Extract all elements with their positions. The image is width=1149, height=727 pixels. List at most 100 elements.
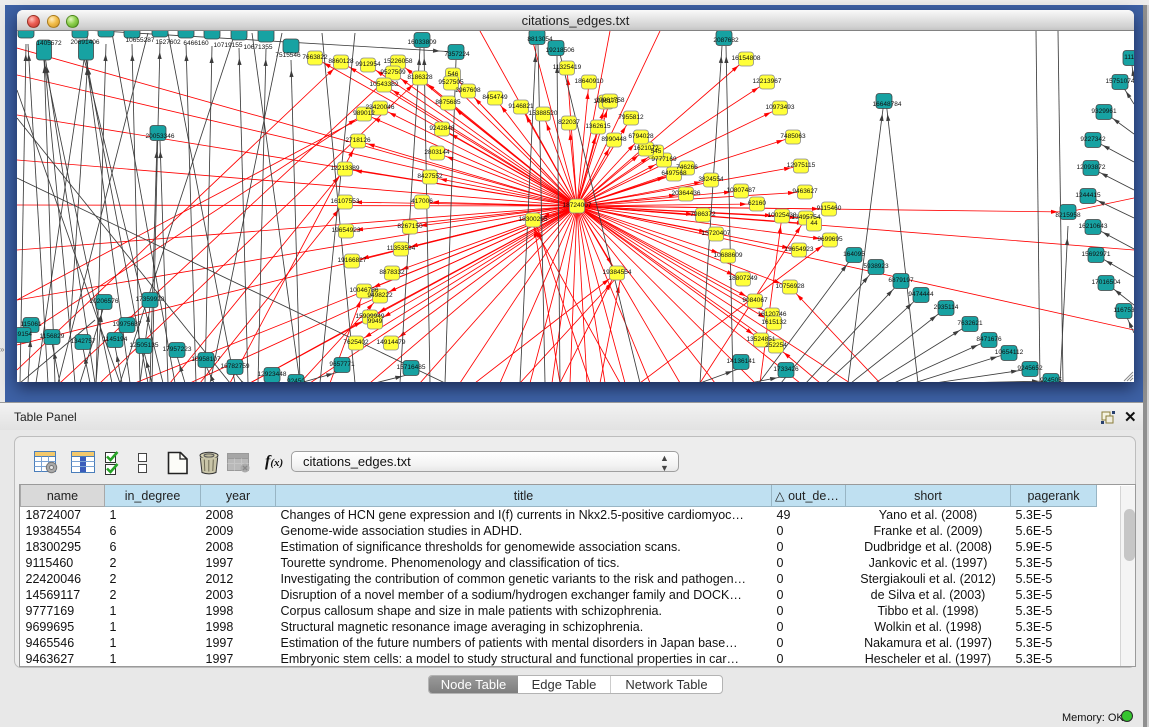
svg-text:11325419: 11325419 (553, 64, 582, 71)
svg-text:115061: 115061 (20, 321, 42, 328)
svg-text:20364436: 20364436 (672, 190, 701, 197)
svg-text:9242848: 9242848 (429, 125, 455, 132)
svg-text:989012: 989012 (353, 110, 375, 117)
svg-text:9084067: 9084067 (742, 297, 768, 304)
svg-text:20053346: 20053346 (146, 133, 175, 140)
svg-text:16210643: 16210643 (1079, 223, 1108, 230)
svg-text:20206576: 20206576 (90, 298, 119, 305)
svg-text:8990448: 8990448 (601, 136, 627, 143)
svg-text:12975115: 12975115 (787, 162, 816, 169)
svg-text:92450: 92450 (287, 378, 305, 382)
svg-text:9912954: 9912954 (355, 61, 381, 68)
svg-text:6497568: 6497568 (661, 170, 687, 177)
svg-text:7955812: 7955812 (618, 114, 644, 121)
svg-text:39154: 39154 (17, 331, 32, 338)
svg-text:116753: 116753 (1113, 307, 1134, 314)
svg-text:8471676: 8471676 (976, 336, 1002, 343)
svg-text:12213967: 12213967 (753, 78, 782, 85)
svg-text:1621072: 1621072 (633, 145, 659, 152)
svg-text:14914479: 14914479 (377, 339, 406, 346)
svg-text:822037: 822037 (558, 119, 580, 126)
svg-text:19654923: 19654923 (332, 227, 361, 234)
svg-text:9657771: 9657771 (329, 361, 355, 368)
svg-text:12093872: 12093872 (1077, 164, 1106, 171)
svg-text:8813054: 8813054 (527, 36, 553, 43)
svg-text:15751074: 15751074 (1106, 78, 1134, 85)
svg-text:15226058: 15226058 (384, 58, 413, 65)
svg-text:9474444: 9474444 (908, 291, 934, 298)
svg-text:11353594: 11353594 (387, 245, 416, 252)
svg-text:19654923: 19654923 (785, 246, 814, 253)
svg-text:252254: 252254 (765, 342, 787, 349)
svg-text:16120746: 16120746 (758, 311, 787, 318)
svg-text:19384554: 19384554 (603, 269, 632, 276)
svg-text:12505135: 12505135 (130, 342, 159, 349)
svg-text:14136141: 14136141 (727, 358, 756, 365)
svg-text:16648784: 16648784 (873, 101, 902, 108)
svg-text:9227342: 9227342 (1080, 136, 1106, 143)
svg-text:12213389: 12213389 (331, 165, 360, 172)
svg-text:10671355: 10671355 (244, 44, 273, 51)
svg-text:417006: 417006 (411, 198, 433, 205)
svg-text:8878332: 8878332 (379, 269, 405, 276)
svg-text:19975687: 19975687 (113, 321, 142, 328)
svg-text:10807487: 10807487 (727, 187, 756, 194)
svg-text:7663822: 7663822 (302, 54, 328, 61)
svg-text:18807249: 18807249 (729, 275, 758, 282)
svg-text:7986372: 7986372 (690, 211, 716, 218)
svg-text:17957223: 17957223 (163, 346, 192, 353)
svg-text:16107553: 16107553 (331, 198, 360, 205)
svg-text:15388520: 15388520 (529, 110, 558, 117)
svg-text:164095: 164095 (843, 251, 865, 258)
svg-text:6879197: 6879197 (888, 277, 914, 284)
svg-text:16782759: 16782759 (221, 363, 250, 370)
svg-text:2803144: 2803144 (424, 149, 450, 156)
svg-text:15720407: 15720407 (702, 230, 731, 237)
svg-text:8860128: 8860128 (328, 58, 354, 65)
svg-text:9527505: 9527505 (438, 79, 464, 86)
svg-text:17359928: 17359928 (136, 296, 165, 303)
svg-text:9245652: 9245652 (1017, 365, 1043, 372)
svg-text:9527509: 9527509 (380, 69, 406, 76)
svg-text:5938923: 5938923 (863, 263, 889, 270)
svg-text:18640910: 18640910 (575, 78, 604, 85)
svg-text:12923448: 12923448 (258, 371, 287, 378)
svg-text:10655287: 10655287 (126, 37, 155, 44)
svg-text:6466160: 6466160 (183, 40, 209, 47)
svg-text:3824554: 3824554 (698, 176, 724, 183)
svg-text:62160: 62160 (748, 200, 766, 207)
svg-text:2967608: 2967608 (455, 87, 481, 94)
svg-text:9498222: 9498222 (367, 292, 393, 299)
svg-text:1405572: 1405572 (36, 40, 62, 47)
svg-text:10756928: 10756928 (776, 283, 805, 290)
svg-text:15692971: 15692971 (1082, 251, 1111, 258)
svg-text:7632621: 7632621 (957, 320, 983, 327)
svg-text:9146821: 9146821 (508, 103, 534, 110)
svg-text:2935114: 2935114 (934, 304, 959, 311)
svg-text:2718126: 2718126 (345, 137, 371, 144)
svg-text:10543382: 10543382 (370, 81, 399, 88)
svg-text:10025438: 10025438 (768, 212, 797, 219)
svg-text:9463627: 9463627 (792, 188, 818, 195)
svg-text:924505: 924505 (1040, 377, 1062, 382)
svg-text:16154808: 16154808 (732, 55, 761, 62)
svg-text:546: 546 (448, 71, 459, 78)
svg-text:6794028: 6794028 (628, 133, 654, 140)
svg-text:16033809: 16033809 (408, 39, 437, 46)
svg-text:1362615: 1362615 (585, 123, 611, 130)
svg-text:17016504: 17016504 (1092, 279, 1121, 286)
svg-text:19166827: 19166827 (338, 257, 367, 264)
svg-text:7515546: 7515546 (275, 52, 301, 59)
svg-text:8875685: 8875685 (435, 99, 461, 106)
svg-text:1156829: 1156829 (40, 333, 65, 340)
svg-text:8186328: 8186328 (407, 74, 433, 81)
svg-text:18724007: 18724007 (563, 202, 592, 209)
svg-text:8267150: 8267150 (397, 223, 423, 230)
svg-text:10973493: 10973493 (766, 104, 795, 111)
svg-text:1244415: 1244415 (1075, 192, 1101, 199)
svg-text:8427552: 8427552 (417, 173, 443, 180)
svg-text:9115460: 9115460 (817, 205, 842, 212)
svg-text:9329961: 9329961 (1091, 108, 1117, 115)
svg-text:10654112: 10654112 (995, 349, 1024, 356)
svg-text:1145194: 1145194 (103, 336, 128, 343)
